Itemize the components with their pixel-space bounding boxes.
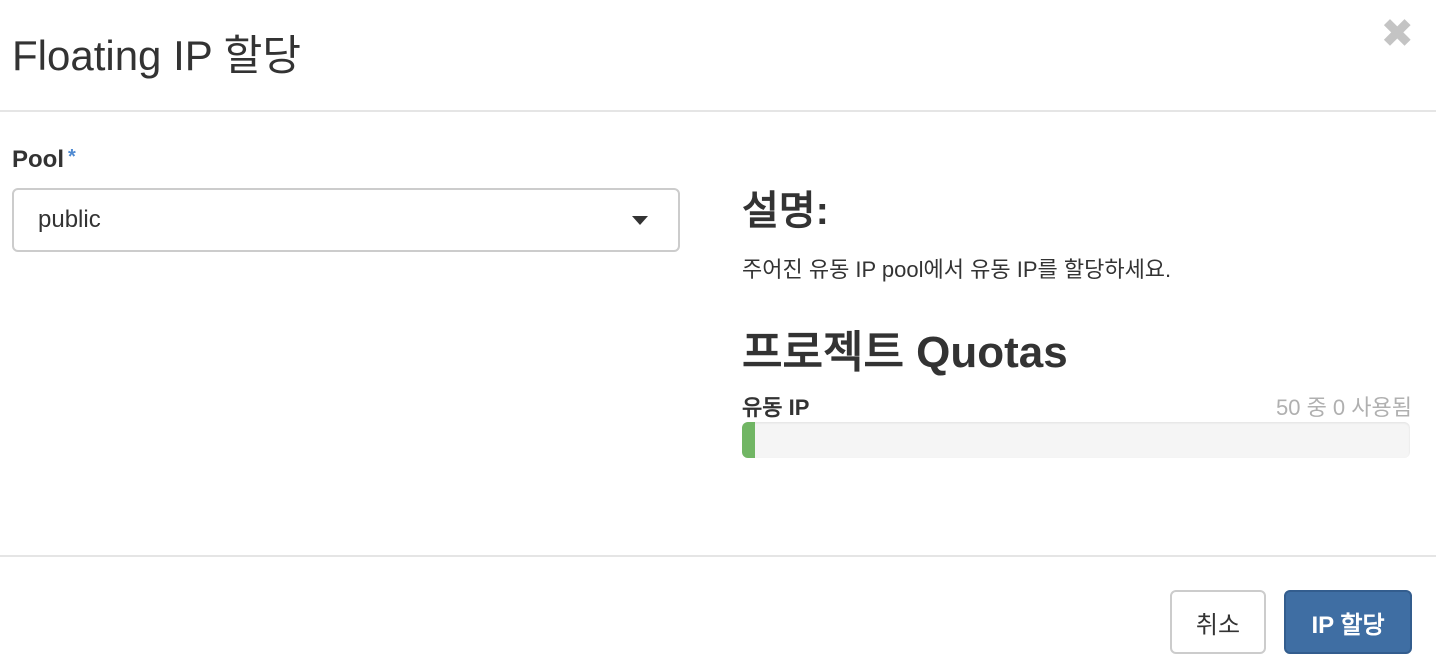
quota-progress-fill: [742, 422, 755, 458]
description-text: 주어진 유동 IP pool에서 유동 IP를 할당하세요.: [742, 257, 1172, 282]
modal-header: Floating IP 할당 ✖: [0, 0, 1436, 112]
pool-selected-value: public: [38, 206, 101, 233]
caret-down-icon: [632, 216, 648, 225]
quota-usage: 50 중 0 사용됨: [1275, 395, 1412, 420]
modal-footer: 취소 IP 할당: [0, 555, 1436, 670]
allocate-ip-button[interactable]: IP 할당: [1284, 590, 1412, 654]
quota-progress-bar: [742, 422, 1410, 458]
pool-select[interactable]: public: [12, 188, 680, 252]
pool-label-text: Pool: [12, 146, 64, 173]
pool-label: Pool *: [12, 146, 76, 174]
description-heading: 설명:: [742, 189, 829, 233]
close-icon[interactable]: ✖: [1380, 14, 1414, 54]
quotas-heading: 프로젝트 Quotas: [742, 328, 1068, 377]
cancel-button[interactable]: 취소: [1170, 590, 1266, 654]
required-mark: *: [68, 146, 76, 168]
modal-title: Floating IP 할당: [12, 32, 301, 79]
quota-label: 유동 IP: [742, 395, 810, 420]
